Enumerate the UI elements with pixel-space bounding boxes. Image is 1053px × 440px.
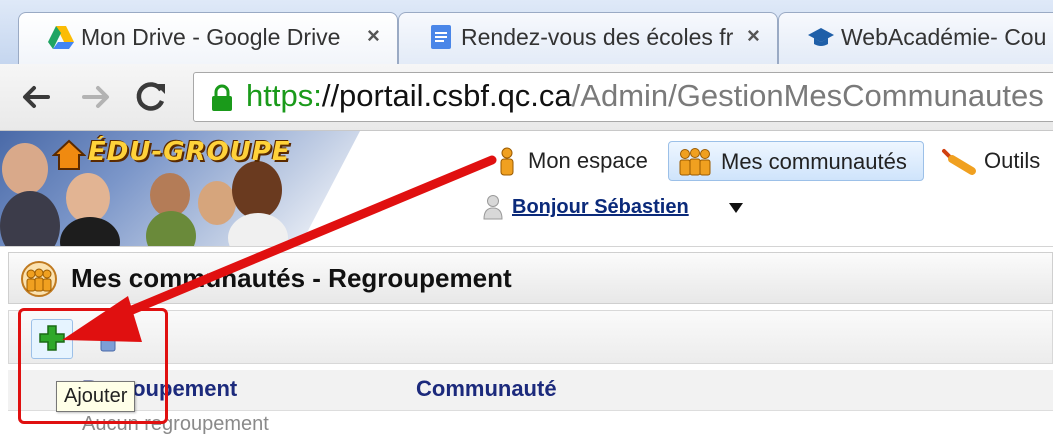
tools-icon [942, 149, 976, 175]
tab-webacademie[interactable]: WebAcadémie- Cou [778, 12, 1053, 64]
close-tab-icon[interactable]: × [747, 23, 760, 49]
annotation-highlight-box [18, 308, 168, 424]
community-icon [21, 261, 57, 297]
site-logo: ÉDU-GROUPE [88, 137, 291, 167]
section-header: Mes communautés - Regroupement [8, 252, 1053, 304]
back-arrow-icon[interactable] [14, 74, 60, 120]
forward-arrow-icon[interactable] [72, 74, 118, 120]
caret-down-icon[interactable] [728, 202, 744, 214]
column-header-communaute[interactable]: Communauté [416, 376, 557, 402]
nav-label: Mes communautés [721, 149, 907, 174]
url-path: /Admin/GestionMesCommunautes [571, 78, 1044, 113]
reload-icon[interactable] [128, 74, 174, 120]
logo-house-icon [52, 139, 86, 170]
browser-tabstrip: Mon Drive - Google Drive × Rendez-vous d… [0, 0, 1053, 64]
close-tab-icon[interactable]: × [367, 23, 380, 49]
url-text: https://portail.csbf.qc.ca/Admin/Gestion… [246, 78, 1044, 114]
nav-mon-espace[interactable]: Mon espace [490, 141, 660, 181]
url-scheme: https: [246, 78, 322, 113]
tab-title: Rendez-vous des écoles fr [461, 24, 734, 50]
person-icon [500, 147, 514, 176]
tab-title: WebAcadémie- Cou [841, 24, 1047, 50]
group-icon [679, 148, 711, 176]
user-icon [483, 195, 503, 220]
google-drive-icon [48, 26, 74, 49]
tab-title: Mon Drive - Google Drive [81, 24, 341, 50]
nav-label: Outils [984, 148, 1041, 173]
google-docs-icon [431, 25, 451, 49]
address-bar[interactable]: https://portail.csbf.qc.ca/Admin/Gestion… [193, 72, 1053, 122]
tab-rendez-vous[interactable]: Rendez-vous des écoles fr × [398, 12, 778, 64]
lock-icon [212, 84, 232, 111]
nav-label: Mon espace [528, 148, 648, 173]
graduation-cap-icon [808, 28, 834, 46]
user-greeting-link[interactable]: Bonjour Sébastien [512, 196, 689, 219]
nav-outils[interactable]: Outils [934, 141, 1053, 181]
url-host: //portail.csbf.qc.ca [321, 78, 572, 113]
page-title: Mes communautés - Regroupement [71, 263, 512, 293]
tab-google-drive[interactable]: Mon Drive - Google Drive × [18, 12, 398, 64]
nav-mes-communautes[interactable]: Mes communautés [668, 141, 924, 181]
browser-toolbar: https://portail.csbf.qc.ca/Admin/Gestion… [0, 64, 1053, 131]
